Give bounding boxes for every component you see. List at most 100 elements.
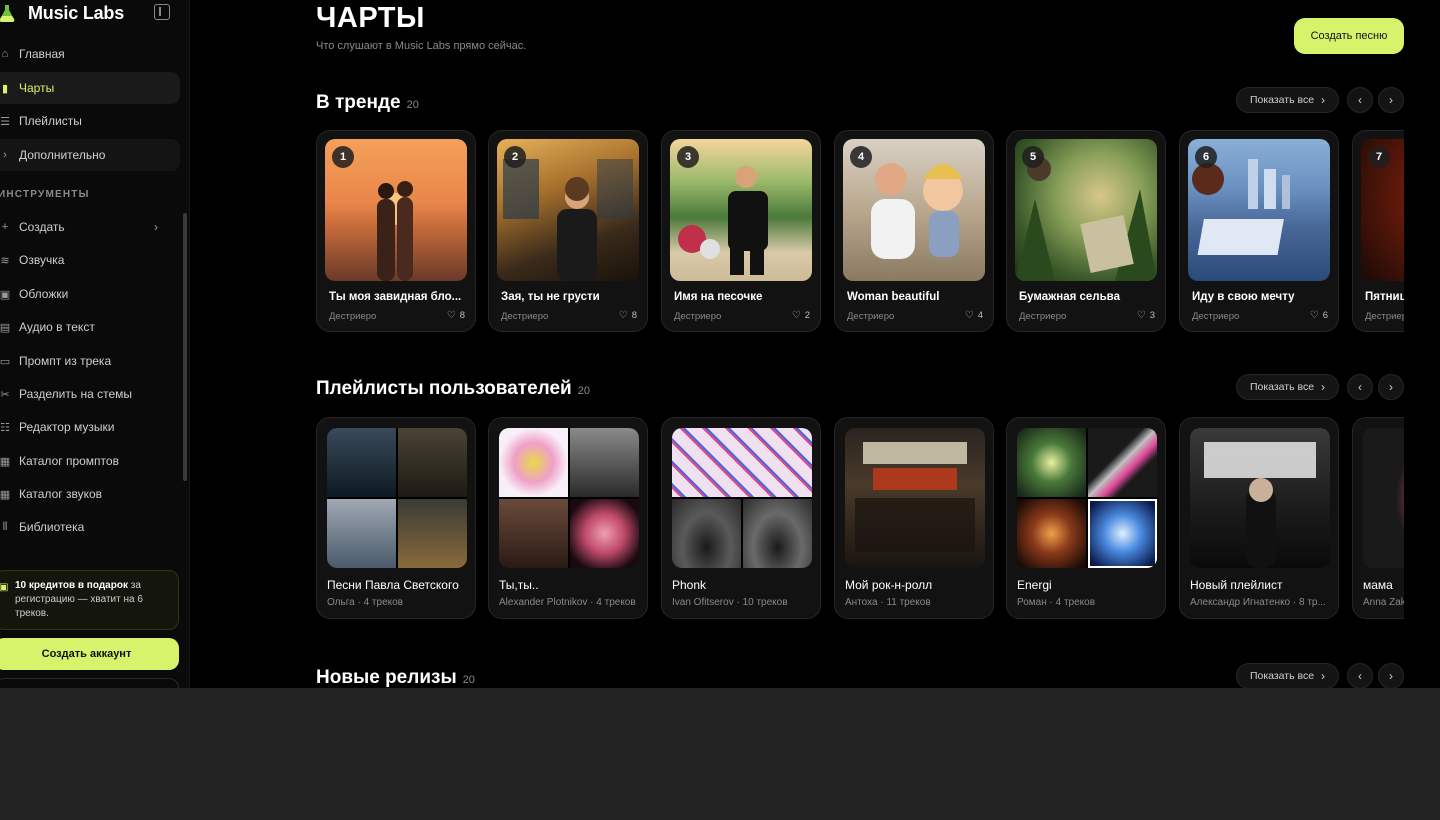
secondary-button[interactable] (0, 678, 179, 688)
heart-icon: ♡ (1309, 310, 1319, 321)
empty-area (0, 688, 1440, 820)
new-releases-prev-button[interactable]: ‹ (1347, 663, 1373, 688)
track-cover: 4 (843, 139, 985, 281)
track-card[interactable]: 3 Имя на песочке Дестриеро ♡ 2 (661, 130, 821, 332)
playlists-next-button[interactable]: › (1378, 374, 1404, 400)
like-count[interactable]: ♡ 4 (965, 310, 983, 321)
credits-promo: ▣ 10 кредитов в подарок за регистрацию —… (0, 570, 179, 630)
sidebar-item-music-editor[interactable]: ☷ Редактор музыки (0, 411, 180, 443)
playlists-carousel: Песни Павла Светского Ольга · 4 треков Т… (316, 417, 1404, 621)
heart-icon: ♡ (964, 310, 974, 321)
track-title: Бумажная сельва (1019, 291, 1120, 303)
show-all-label: Показать все (1249, 381, 1315, 393)
playlist-cover-mosaic (327, 428, 467, 568)
sidebar-item-more[interactable]: › Дополнительно (0, 139, 180, 171)
brand[interactable]: Music Labs (0, 2, 124, 24)
create-account-button[interactable]: Создать аккаунт (0, 638, 179, 670)
playlist-title: Phonk (672, 578, 707, 592)
playlist-card[interactable]: Песни Павла Светского Ольга · 4 треков (316, 417, 476, 619)
new-releases-next-button[interactable]: › (1378, 663, 1404, 688)
track-card[interactable]: 7 Пятница Дестриеро (1352, 130, 1404, 332)
show-all-new-releases-button[interactable]: Показать все › (1236, 663, 1339, 688)
like-count[interactable]: ♡ 3 (1137, 310, 1155, 321)
track-card[interactable]: 4 Woman beautiful Дестриеро ♡ 4 (834, 130, 994, 332)
playlist-card[interactable]: Ты,ты.. Alexander Plotnikov · 4 треков (488, 417, 648, 619)
like-count-value: 6 (1322, 310, 1328, 321)
track-card[interactable]: 6 Иду в свою мечту Дестриеро ♡ 6 (1179, 130, 1339, 332)
playlist-title: Ты,ты.. (499, 578, 539, 592)
playlist-title: Новый плейлист (1190, 578, 1283, 592)
heart-icon: ♡ (618, 310, 628, 321)
section-title-new-releases: Новые релизы 20 (316, 667, 475, 688)
sidebar-item-label: Плейлисты (19, 114, 82, 128)
playlist-meta: Anna Zak (1363, 597, 1404, 608)
chevron-right-icon: › (1321, 669, 1326, 683)
track-author: Дестриеро (674, 311, 722, 322)
prompt-icon: ▭ (0, 355, 11, 368)
sidebar-item-label: Библиотека (19, 520, 85, 534)
sidebar-item-create[interactable]: + Создать › (0, 211, 180, 243)
playlist-card[interactable]: Мой рок-н-ролл Антоха · 11 треков (834, 417, 994, 619)
like-count[interactable]: ♡ 2 (792, 310, 810, 321)
playlist-meta: Александр Игнатенко · 8 тр... (1190, 597, 1326, 608)
home-icon: ⌂ (1, 48, 9, 60)
sidebar-item-voiceover[interactable]: ≋ Озвучка (0, 244, 180, 276)
sidebar-item-sound-catalog[interactable]: ▦ Каталог звуков (0, 478, 180, 510)
track-card[interactable]: 1 Ты моя завидная бло... Дестриеро ♡ 8 (316, 130, 476, 332)
playlist-meta: Роман · 4 треков (1017, 597, 1096, 608)
playlists-prev-button[interactable]: ‹ (1347, 374, 1373, 400)
create-song-button[interactable]: Создать песню (1294, 18, 1404, 54)
sidebar-item-prompt-from-track[interactable]: ▭ Промпт из трека (0, 345, 180, 377)
gift-icon: ▣ (0, 581, 8, 595)
show-all-trending-button[interactable]: Показать все › (1236, 87, 1339, 113)
track-card[interactable]: 2 Зая, ты не грусти Дестриеро ♡ 8 (488, 130, 648, 332)
sidebar-item-label: Каталог звуков (19, 487, 103, 501)
sidebar-item-label: Промпт из трека (19, 354, 112, 368)
chart-icon: ▮ (1, 82, 9, 95)
track-card[interactable]: 5 Бумажная сельва Дестриеро ♡ 3 (1006, 130, 1166, 332)
sidebar-item-covers[interactable]: ▣ Обложки (0, 278, 180, 310)
show-all-playlists-button[interactable]: Показать все › (1236, 374, 1339, 400)
playlist-card[interactable]: Новый плейлист Александр Игнатенко · 8 т… (1179, 417, 1339, 619)
section-count: 20 (577, 385, 590, 397)
trending-prev-button[interactable]: ‹ (1347, 87, 1373, 113)
sidebar-item-split-stems[interactable]: ✂ Разделить на стемы (0, 378, 180, 410)
sidebar-item-audio-to-text[interactable]: ▤ Аудио в текст (0, 311, 180, 343)
sidebar-item-playlists[interactable]: ☰ Плейлисты (0, 105, 180, 137)
library-icon: ⫴ (2, 520, 8, 533)
trending-next-button[interactable]: › (1378, 87, 1404, 113)
sidebar-item-label: Разделить на стемы (19, 387, 132, 401)
playlist-meta: Ольга · 4 треков (327, 597, 403, 608)
playlist-icon: ☰ (0, 115, 10, 128)
like-count[interactable]: ♡ 6 (1310, 310, 1328, 321)
track-title: Пятница (1365, 291, 1404, 303)
like-count[interactable]: ♡ 8 (619, 310, 637, 321)
sidebar-item-charts[interactable]: ▮ Чарты (0, 72, 180, 104)
like-count-value: 8 (631, 310, 637, 321)
like-count[interactable]: ♡ 8 (447, 310, 465, 321)
like-count-value: 3 (1149, 310, 1155, 321)
sidebar-item-label: Чарты (19, 81, 55, 95)
sidebar-item-library[interactable]: ⫴ Библиотека (0, 511, 180, 543)
trending-carousel: 1 Ты моя завидная бло... Дестриеро ♡ 8 2 … (316, 130, 1404, 334)
playlist-card[interactable]: мама Anna Zak (1352, 417, 1404, 619)
sidebar: Music Labs ⌂ Главная ▮ Чарты ☰ Плейлисты… (0, 0, 190, 688)
chevron-right-icon: › (3, 149, 7, 161)
like-count-value: 4 (977, 310, 983, 321)
chevron-right-icon: › (154, 220, 158, 234)
sidebar-item-prompt-catalog[interactable]: ▦ Каталог промптов (0, 445, 180, 477)
playlist-card[interactable]: Energi Роман · 4 треков (1006, 417, 1166, 619)
sidebar-scrollbar[interactable] (183, 213, 187, 481)
track-title: Ты моя завидная бло... (329, 291, 462, 303)
track-cover: 7 (1361, 139, 1404, 281)
collapse-sidebar-icon[interactable] (154, 4, 170, 20)
playlist-cover-art (855, 442, 975, 552)
sound-catalog-icon: ▦ (0, 488, 11, 501)
track-author: Дестриеро (501, 311, 549, 322)
sidebar-item-label: Редактор музыки (19, 420, 115, 434)
rank-badge: 2 (504, 146, 526, 168)
text-icon: ▤ (0, 321, 11, 334)
playlist-card[interactable]: Phonk Ivan Ofitserov · 10 треков (661, 417, 821, 619)
sidebar-item-home[interactable]: ⌂ Главная (0, 38, 180, 70)
playlist-cover (845, 428, 985, 568)
